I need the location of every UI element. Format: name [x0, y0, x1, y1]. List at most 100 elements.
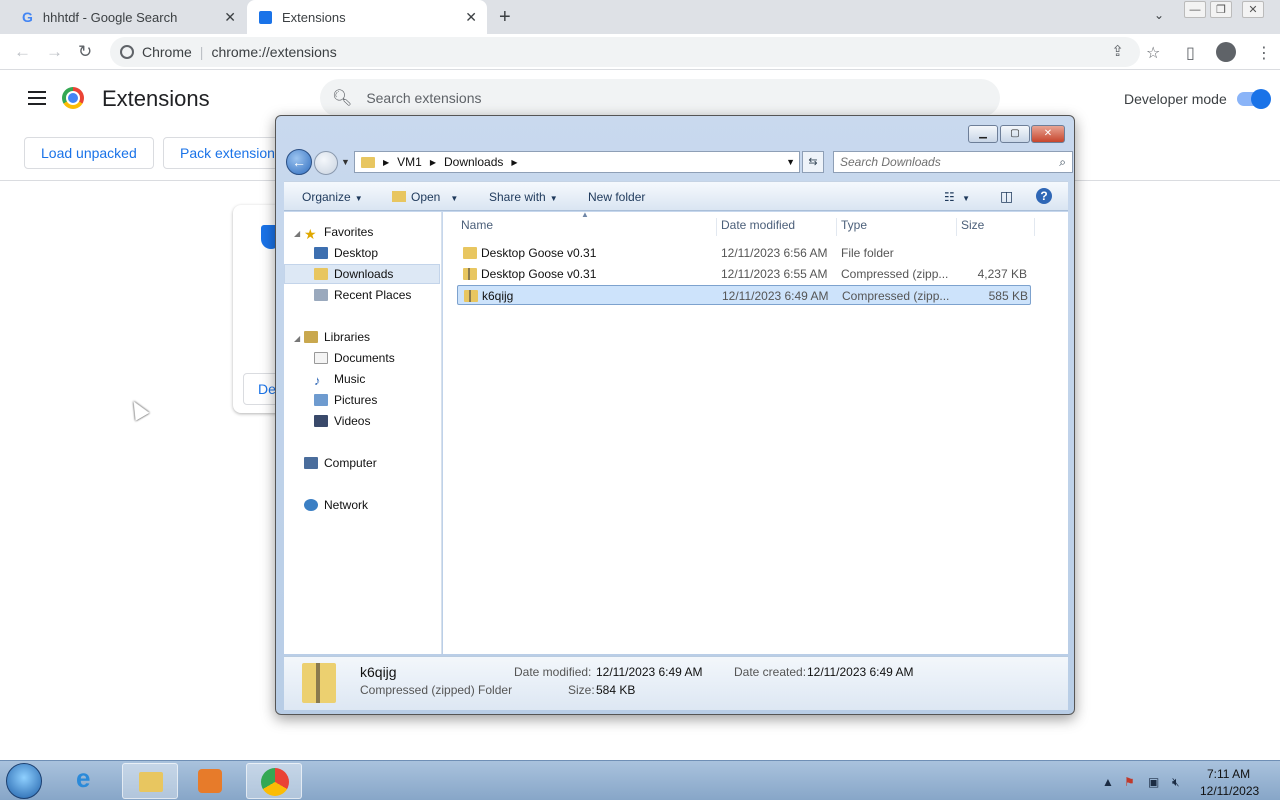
new-tab-button[interactable]: + [499, 6, 511, 29]
help-icon[interactable]: ? [1036, 188, 1052, 204]
clock-date[interactable]: 12/11/2023 [1200, 784, 1259, 798]
explorer-forward-icon[interactable] [314, 151, 338, 175]
file-row[interactable]: Desktop Goose v0.31 12/11/2023 6:55 AM C… [457, 264, 1031, 284]
size-label: Size: [568, 683, 595, 697]
restore-icon[interactable]: ❐ [1210, 1, 1232, 18]
file-date: 12/11/2023 6:56 AM [721, 246, 828, 260]
profile-icon[interactable] [1216, 42, 1236, 62]
chrome-icon[interactable] [246, 763, 302, 799]
file-date: 12/11/2023 6:55 AM [721, 267, 828, 281]
nav-videos[interactable]: Videos [284, 411, 440, 431]
chevron-down-icon[interactable]: ▼ [786, 157, 795, 167]
dialog-maximize-icon[interactable]: ▢ [1000, 125, 1030, 143]
organize-button[interactable]: Organize ▼ [302, 190, 363, 204]
show-hidden-icons-icon[interactable]: ▲ [1102, 775, 1114, 789]
open-label: Open [411, 190, 441, 204]
nav-desktop[interactable]: Desktop [284, 243, 440, 263]
column-name[interactable]: Name [457, 218, 717, 236]
open-button[interactable]: Open ▼ [392, 190, 458, 204]
search-downloads-input[interactable]: Search Downloads ⌕ [833, 151, 1073, 173]
bookmark-star-icon[interactable]: ☆ [1146, 43, 1160, 63]
breadcrumb-vm1[interactable]: VM1 [397, 155, 422, 169]
column-type[interactable]: Type [837, 218, 957, 236]
refresh-icon[interactable]: ⇆ [802, 151, 824, 173]
mouse-cursor-icon [126, 397, 150, 421]
chevron-right-icon[interactable]: ▶ [383, 158, 389, 167]
menu-kebab-icon[interactable]: ⋮ [1256, 43, 1272, 63]
share-with-button[interactable]: Share with ▼ [489, 190, 558, 204]
tab-google-search[interactable]: G hhhtdf - Google Search ✕ [8, 0, 246, 34]
close-window-icon[interactable]: ✕ [1242, 1, 1264, 18]
chrome-logo-icon [62, 87, 84, 109]
internet-explorer-icon[interactable]: e [62, 763, 118, 799]
preview-pane-icon[interactable]: ◫ [1000, 188, 1013, 205]
nav-downloads[interactable]: Downloads [284, 264, 440, 284]
nav-label: Pictures [334, 393, 378, 407]
nav-label: Desktop [334, 246, 379, 260]
media-player-icon[interactable] [182, 763, 238, 799]
file-row-selected[interactable]: k6qijg 12/11/2023 6:49 AM Compressed (zi… [457, 285, 1031, 305]
column-size[interactable]: Size [957, 218, 1035, 236]
search-extensions-input[interactable]: 🔍︎ Search extensions [320, 79, 1000, 117]
volume-muted-icon[interactable]: 🔇︎ [1172, 775, 1180, 790]
nav-music[interactable]: ♪ Music [284, 369, 440, 389]
load-unpacked-button[interactable]: Load unpacked [24, 137, 154, 169]
tab-extensions[interactable]: Extensions ✕ [247, 0, 487, 34]
forward-icon[interactable]: → [46, 42, 63, 62]
pack-extension-button[interactable]: Pack extension [163, 137, 292, 169]
file-open-dialog: ▁ ▢ ✕ ← ▼ ▶ VM1 ▶ Downloads ▶ ▼ ⇆ Search… [275, 115, 1075, 715]
action-center-flag-icon[interactable]: ⚑ [1124, 775, 1135, 789]
nav-documents[interactable]: Documents [284, 348, 440, 368]
folder-icon [463, 247, 477, 259]
nav-favorites[interactable]: ★ Favorites [284, 222, 440, 242]
hamburger-menu-icon[interactable] [28, 91, 46, 105]
tab-title: Extensions [282, 9, 346, 25]
chevron-down-icon: ▼ [962, 194, 971, 203]
file-row[interactable]: Desktop Goose v0.31 12/11/2023 6:56 AM F… [457, 243, 1031, 263]
dialog-close-icon[interactable]: ✕ [1031, 125, 1065, 143]
start-button-icon[interactable] [6, 763, 42, 799]
column-date-modified[interactable]: Date modified [717, 218, 837, 236]
nav-network[interactable]: Network [284, 495, 440, 515]
zip-folder-icon [464, 290, 478, 302]
selected-file-name: k6qijg [360, 664, 397, 680]
side-panel-icon[interactable]: ▯ [1186, 43, 1195, 63]
documents-icon [314, 352, 328, 364]
minimize-icon[interactable]: — [1184, 1, 1206, 18]
nav-pictures[interactable]: Pictures [284, 390, 440, 410]
tab-search-icon[interactable]: ⌄ [1154, 8, 1164, 22]
nav-libraries[interactable]: Libraries [284, 327, 440, 347]
taskbar: e ▲ ⚑ ▣ 🔇︎ 7:11 AM 12/11/2023 [0, 760, 1280, 800]
windows-explorer-icon[interactable] [122, 763, 178, 799]
nav-label: Recent Places [334, 288, 412, 302]
recent-pages-icon[interactable]: ▼ [341, 157, 350, 167]
explorer-address-row: ← ▼ ▶ VM1 ▶ Downloads ▶ ▼ ⇆ Search Downl… [284, 148, 1073, 176]
chevron-right-icon[interactable]: ▶ [511, 158, 517, 167]
clock-time[interactable]: 7:11 AM [1207, 767, 1250, 781]
view-options-icon[interactable]: ☷ ▼ [944, 190, 970, 204]
new-folder-button[interactable]: New folder [588, 190, 645, 204]
share-icon[interactable]: ⇪ [1111, 42, 1124, 60]
search-icon: 🔍︎ [332, 90, 353, 107]
back-icon[interactable]: ← [14, 42, 31, 62]
reload-icon[interactable]: ↻ [78, 42, 92, 62]
address-bar[interactable]: Chrome | chrome://extensions ⇪ [110, 37, 1140, 67]
close-tab-icon[interactable]: ✕ [465, 9, 477, 26]
nav-label: Documents [334, 351, 395, 365]
developer-mode-toggle[interactable] [1237, 89, 1271, 109]
chevron-down-icon: ▼ [450, 194, 459, 203]
nav-recent-places[interactable]: Recent Places [284, 285, 440, 305]
chevron-right-icon[interactable]: ▶ [430, 158, 436, 167]
file-name: Desktop Goose v0.31 [481, 246, 597, 260]
explorer-back-icon[interactable]: ← [286, 149, 312, 175]
file-list: ▲ Name Date modified Type Size Desktop G… [443, 210, 1068, 654]
page-title: Extensions [102, 86, 210, 111]
dialog-minimize-icon[interactable]: ▁ [968, 125, 998, 143]
network-tray-icon[interactable]: ▣ [1148, 775, 1159, 789]
breadcrumb[interactable]: ▶ VM1 ▶ Downloads ▶ ▼ [354, 151, 800, 173]
nav-computer[interactable]: Computer [284, 453, 440, 473]
browser-toolbar: ← → ↻ Chrome | chrome://extensions ⇪ ☆ ▯… [0, 34, 1280, 70]
close-tab-icon[interactable]: ✕ [224, 9, 236, 26]
folder-icon [361, 156, 375, 168]
breadcrumb-downloads[interactable]: Downloads [444, 155, 503, 169]
